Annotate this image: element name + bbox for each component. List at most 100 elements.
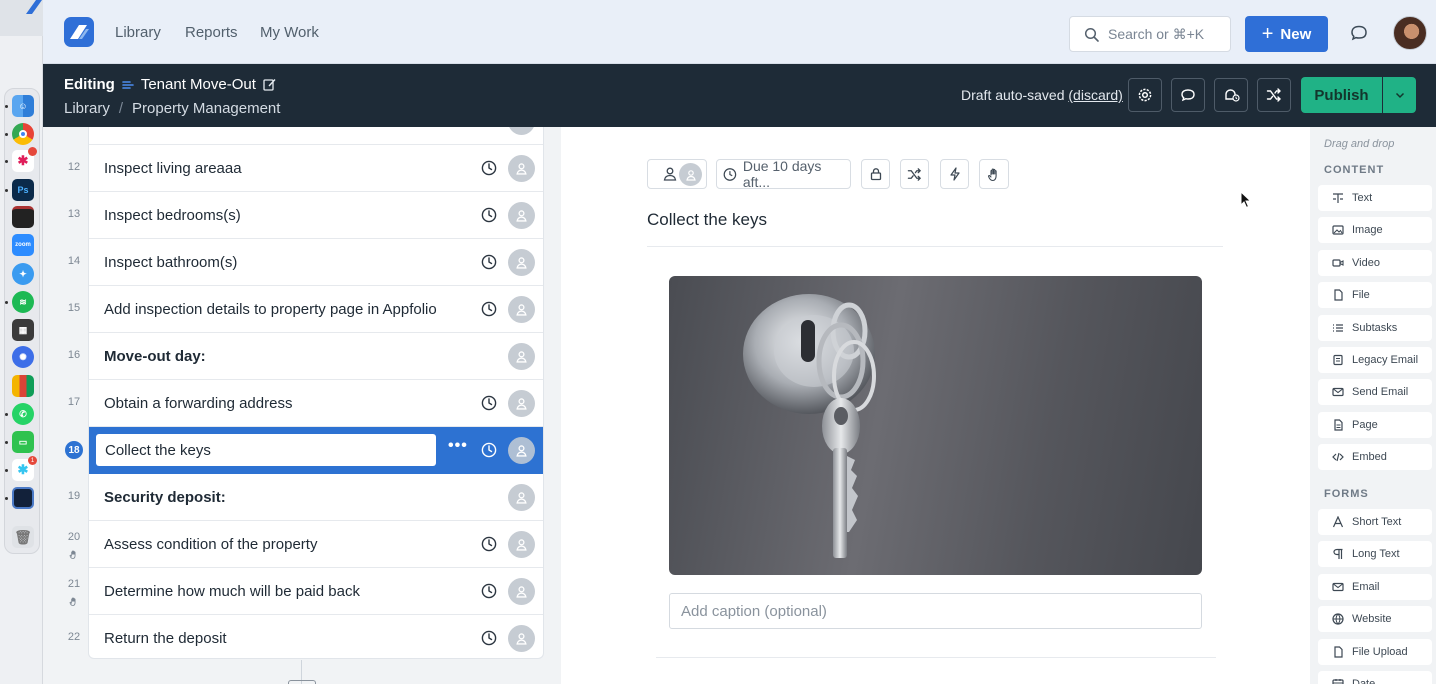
widget-file-upload[interactable]: File Upload [1318,638,1432,665]
task-title[interactable]: Collect the keys [647,210,767,230]
image-caption-input[interactable] [669,593,1202,629]
spotify-app-icon[interactable]: ≋ [12,291,34,313]
file-icon [1332,645,1344,658]
finder-app-icon[interactable]: ☺ [12,95,34,117]
comments-icon[interactable] [1349,23,1369,43]
clock-icon[interactable] [481,536,497,552]
process-street-logo-icon[interactable] [64,17,94,47]
permissions-button[interactable] [861,159,890,189]
nav-reports-link[interactable]: Reports [185,24,238,41]
whatsapp-app-icon[interactable]: ✆ [12,403,34,425]
assignee-avatar[interactable] [508,249,535,276]
task-number: 12 [67,161,81,173]
chrome-app-icon[interactable] [12,123,34,145]
assignee-avatar[interactable] [508,437,535,464]
task-row[interactable]: Add inspection details to property page … [89,286,543,333]
edit-name-icon[interactable] [263,78,276,91]
task-row-selected[interactable]: ••• [89,427,543,474]
photoshop-app-icon[interactable]: Ps [12,179,34,201]
task-row[interactable]: Determine how much will be paid back [89,568,543,615]
search-input[interactable] [1108,17,1226,51]
task-name-input[interactable] [96,434,436,466]
assignee-avatar[interactable] [508,343,535,370]
task-row[interactable]: Inspect bathroom(s) [89,239,543,286]
task-row[interactable]: Security deposit: [89,474,543,521]
widget-short-text[interactable]: Short Text [1318,509,1432,535]
automations-button[interactable] [940,159,969,189]
conditional-logic-button[interactable] [1257,78,1291,112]
screen-app-icon[interactable] [12,487,34,509]
breadcrumb-library[interactable]: Library [64,100,110,117]
assignee-avatar[interactable] [508,531,535,558]
nav-my-work-link[interactable]: My Work [260,24,319,41]
widget-legacy-email[interactable]: Legacy Email [1318,347,1432,373]
assignee-avatar[interactable] [508,625,535,652]
nav-library-link[interactable]: Library [115,24,161,41]
safari-app-icon[interactable]: ✦ [12,263,34,285]
assignee-avatar[interactable] [508,202,535,229]
widget-embed[interactable]: Embed [1318,444,1432,471]
grid-app-icon[interactable] [12,375,34,397]
clock-icon[interactable] [481,207,497,223]
assignee-avatar[interactable] [508,296,535,323]
assignee-avatar[interactable] [508,578,535,605]
notifications-button[interactable] [1214,78,1248,112]
widget-date[interactable]: Date [1318,671,1432,684]
trash-icon[interactable]: 🗑 [12,526,34,548]
settings-button[interactable] [1128,78,1162,112]
assign-button[interactable] [647,159,707,189]
widget-video[interactable]: Video [1318,249,1432,276]
publish-options-button[interactable] [1383,77,1416,113]
due-date-button[interactable]: Due 10 days aft... [716,158,851,190]
task-row[interactable]: Obtain a forwarding address [89,380,543,427]
clock-icon[interactable] [481,442,497,458]
add-task-handle[interactable] [288,680,316,684]
task-row[interactable]: Inspect bedrooms(s) [89,192,543,239]
assignee-avatar[interactable] [508,484,535,511]
discard-link[interactable]: (discard) [1068,87,1122,103]
comments-button[interactable] [1171,78,1205,112]
widget-file[interactable]: File [1318,282,1432,309]
settings-app-icon[interactable]: ✺ [12,346,34,368]
calculator-app-icon[interactable]: ▦ [12,319,34,341]
breadcrumb-folder[interactable]: Property Management [132,100,280,117]
zoom-app-icon[interactable]: zoom [12,234,34,256]
widget-email[interactable]: Email [1318,573,1432,600]
more-options-icon[interactable]: ••• [448,437,468,455]
clock-icon[interactable] [481,630,497,646]
logic-button[interactable] [900,159,929,189]
search-box[interactable] [1069,16,1231,52]
widget-image[interactable]: Image [1318,217,1432,244]
stop-task-button[interactable] [979,159,1009,189]
assignee-avatar[interactable] [508,155,535,182]
clock-icon[interactable] [481,254,497,270]
task-row[interactable]: Return the deposit [89,615,543,658]
clock-icon[interactable] [481,583,497,599]
terminal-app-icon[interactable] [12,206,34,228]
forms-section-heading: FORMS [1324,488,1369,500]
assignee-avatar[interactable] [508,127,535,135]
clock-icon[interactable] [481,301,497,317]
new-button[interactable]: + New [1245,16,1328,52]
widget-page[interactable]: Page [1318,411,1432,438]
task-row[interactable]: Assess condition of the property [89,521,543,568]
keys-image[interactable] [669,276,1202,575]
assignee-avatar[interactable] [508,390,535,417]
due-date-label: Due 10 days aft... [742,158,822,190]
task-row[interactable]: Move-out day: [89,333,543,380]
task-label: Inspect bedrooms(s) [104,207,241,224]
clock-icon[interactable] [481,160,497,176]
task-row[interactable]: Inspect living areaaa [89,145,543,192]
clock-icon[interactable] [481,395,497,411]
task-label: Inspect living areaaa [104,160,242,177]
publish-button[interactable]: Publish [1301,77,1382,113]
widget-subtasks[interactable]: Subtasks [1318,314,1432,341]
widget-website[interactable]: Website [1318,606,1432,633]
facetime-app-icon[interactable]: ▭ [12,431,34,453]
widget-long-text[interactable]: Long Text [1318,541,1432,568]
widget-text[interactable]: Text [1318,185,1432,211]
top-navigation: Library Reports My Work + New [43,0,1436,64]
task-number: 15 [67,302,81,314]
user-avatar[interactable] [1393,16,1427,50]
widget-send-email[interactable]: Send Email [1318,379,1432,406]
